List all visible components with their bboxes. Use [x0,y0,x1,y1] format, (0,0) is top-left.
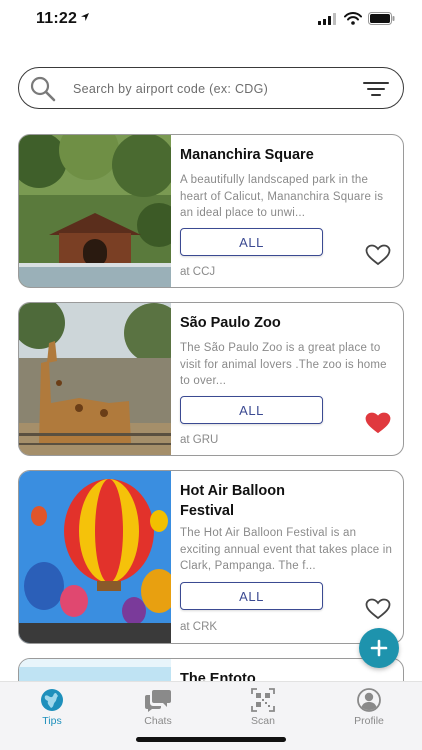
heart-filled-icon[interactable] [365,412,391,434]
tab-scan[interactable]: Scan [223,688,303,728]
search-input[interactable] [73,79,343,99]
heart-outline-icon[interactable] [365,598,391,620]
place-card[interactable]: Hot Air Balloon Festival The Hot Air Bal… [18,470,404,644]
status-bar: 11:22 [0,0,422,40]
tab-label: Scan [251,715,275,727]
tab-chats[interactable]: Chats [118,688,198,728]
filter-icon[interactable] [363,80,389,98]
globe-icon [41,689,63,711]
cellular-signal-icon [318,13,336,25]
location-arrow-icon [81,13,89,21]
home-indicator [136,737,286,742]
qr-code-icon [251,688,275,712]
heart-outline-icon[interactable] [365,244,391,266]
tab-label: Profile [354,715,384,727]
plus-icon [370,639,388,657]
place-title: São Paulo Zoo [180,315,281,331]
tab-tips[interactable]: Tips [12,688,92,728]
place-image [19,303,171,455]
place-card[interactable]: São Paulo Zoo The São Paulo Zoo is a gre… [18,302,404,456]
wifi-icon [344,12,362,25]
status-time: 11:22 [36,10,78,27]
place-description: A beautifully landscaped park in the hea… [180,174,384,219]
card-body: São Paulo Zoo The São Paulo Zoo is a gre… [171,303,403,455]
place-description: The Hot Air Balloon Festival is an excit… [180,527,393,572]
all-button[interactable]: ALL [180,582,323,610]
place-image [19,135,171,287]
all-button[interactable]: ALL [180,228,323,256]
chat-bubbles-icon [145,690,171,712]
airport-code: at GRU [180,434,219,446]
search-bar [18,67,404,109]
tab-label: Tips [42,715,62,727]
place-title: Mananchira Square [180,147,314,163]
search-icon[interactable] [29,75,57,103]
battery-icon [368,12,395,25]
all-button[interactable]: ALL [180,396,323,424]
place-description: The São Paulo Zoo is a great place to vi… [180,342,387,387]
card-body: Mananchira Square A beautifully landscap… [171,135,403,287]
airport-code: at CCJ [180,266,216,278]
place-title: Hot Air Balloon Festival [180,483,285,519]
airport-code: at CRK [180,621,218,633]
tab-label: Chats [144,715,172,727]
add-button[interactable] [359,628,399,668]
place-card[interactable]: Mananchira Square A beautifully landscap… [18,134,404,288]
card-body: Hot Air Balloon Festival The Hot Air Bal… [171,471,403,643]
tab-profile[interactable]: Profile [329,688,409,728]
place-image [19,471,171,643]
user-icon [357,688,381,712]
